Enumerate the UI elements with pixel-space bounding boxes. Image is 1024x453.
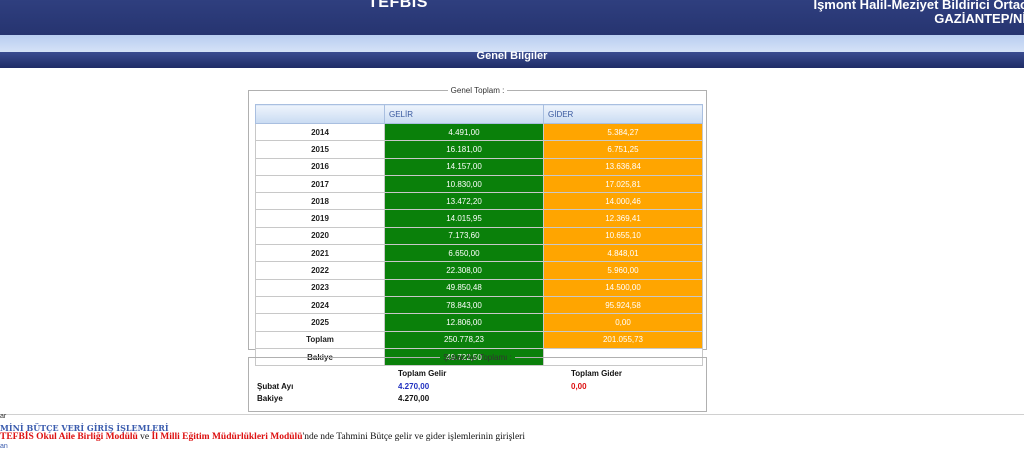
table-row: 2019 14.015,95 12.369,41: [255, 209, 703, 228]
year-cell: 2022: [255, 261, 385, 280]
gider-cell: 12.369,41: [543, 209, 703, 228]
text-tail: 'nde nde Tahmini Bütçe gelir ve gider iş…: [302, 432, 525, 442]
gelir-cell: 12.806,00: [384, 313, 544, 332]
year-header: [255, 104, 385, 124]
year-cell: 2021: [255, 244, 385, 263]
gelir-cell: 4.491,00: [384, 122, 544, 142]
genel-toplam-legend: Genel Toplam :: [450, 86, 505, 95]
table-row: 2015 16.181,00 6.751,25: [255, 140, 703, 159]
gelir-cell: 14.015,95: [384, 209, 544, 228]
gider-cell: 0,00: [543, 313, 703, 332]
gider-cell: 10.655,10: [543, 226, 703, 246]
year-cell: 2014: [255, 122, 385, 142]
gider-cell: 95.924,58: [543, 295, 703, 315]
section-header: Genel Bilgiler: [0, 50, 1024, 68]
year-cell: 2020: [255, 226, 385, 246]
top-header: TEFBİS İşmont Halil-Meziyet Bildirici Or…: [0, 0, 1024, 35]
genel-toplam-box: Genel Toplam : GELİR GİDER 2014 4.491,00 5…: [248, 86, 707, 367]
divider: [0, 414, 1024, 415]
gider-header: GİDER: [543, 104, 703, 124]
module-name-1: TEFBİS Okul Aile Birliği Modülü: [0, 432, 138, 442]
year-cell: 2019: [255, 209, 385, 228]
genel-toplam-table: GELİR GİDER 2014 4.491,00 5.384,27 2015 16.…: [255, 104, 703, 367]
table-row: 2018 13.472,20 14.000,46: [255, 192, 703, 211]
gider-cell: 6.751,25: [543, 140, 703, 159]
table-row: 2016 14.157,00 13.636,84: [255, 157, 703, 176]
gelir-cell: 13.472,20: [384, 192, 544, 211]
table-row: 2021 6.650,00 4.848,01: [255, 244, 703, 263]
gider-cell: 13.636,84: [543, 157, 703, 176]
gelir-cell: 7.173,60: [384, 226, 544, 246]
school-location: GAZİANTEP/Nİ: [934, 11, 1024, 26]
section-title: Genel Bilgiler: [476, 50, 548, 62]
table-row: 2024 78.843,00 95.924,58: [255, 295, 703, 315]
gelir-cell: 78.843,00: [384, 295, 544, 315]
subat-legend: Şubat Ayı Toplamı :: [443, 353, 512, 362]
gelir-cell: 49.850,48: [384, 278, 544, 297]
table-row: 2025 12.806,00 0,00: [255, 313, 703, 332]
gider-cell: 14.500,00: [543, 278, 703, 297]
gelir-cell: 6.650,00: [384, 244, 544, 263]
toplam-gelir: 250.778,23: [384, 330, 544, 349]
year-cell: 2017: [255, 174, 385, 194]
year-cell: 2018: [255, 192, 385, 211]
gider-cell: 17.025,81: [543, 174, 703, 194]
toplam-gider: 201.055,73: [543, 330, 703, 349]
module-name-2: İl Milli Eğitim Müdürlükleri Modülü: [151, 432, 303, 442]
gider-cell: 14.000,46: [543, 192, 703, 211]
gider-cell: 5.384,27: [543, 122, 703, 142]
announcement-link[interactable]: an: [0, 443, 8, 450]
subat-row-label: Şubat Ayı: [257, 382, 294, 391]
subat-box: Şubat Ayı Toplamı :: [248, 353, 707, 412]
toplam-row: Toplam 250.778,23 201.055,73: [255, 330, 703, 349]
table-row: 2017 10.830,00 17.025,81: [255, 174, 703, 194]
gelir-header: GELİR: [384, 104, 544, 124]
year-cell: 2015: [255, 140, 385, 159]
year-cell: 2025: [255, 313, 385, 332]
gelir-cell: 22.308,00: [384, 261, 544, 280]
table-row: 2023 49.850,48 14.500,00: [255, 278, 703, 297]
subat-gelir-header: Toplam Gelir: [398, 369, 447, 378]
table-row: 2020 7.173,60 10.655,10: [255, 226, 703, 246]
year-cell: 2024: [255, 295, 385, 315]
subat-gelir-value: 4.270,00: [398, 382, 430, 391]
text-conjunction: ve: [137, 432, 152, 442]
gelir-cell: 10.830,00: [384, 174, 544, 194]
announcement-fragment: ar: [0, 413, 7, 420]
subat-bakiye-value: 4.270,00: [398, 394, 430, 403]
table-row: 2022 22.308,00 5.960,00: [255, 261, 703, 280]
gider-cell: 4.848,01: [543, 244, 703, 263]
year-cell: 2016: [255, 157, 385, 176]
year-cell: 2023: [255, 278, 385, 297]
app-title: TEFBİS: [368, 0, 428, 11]
announcement-text: TEFBİS Okul Aile Birliği Modülü ve İl Mi…: [0, 432, 525, 442]
table-row: 2014 4.491,00 5.384,27: [255, 122, 703, 142]
gelir-cell: 16.181,00: [384, 140, 544, 159]
gelir-cell: 14.157,00: [384, 157, 544, 176]
toplam-label: Toplam: [255, 330, 385, 349]
subat-gider-value: 0,00: [571, 382, 587, 391]
subat-gider-header: Toplam Gider: [571, 369, 622, 378]
gider-cell: 5.960,00: [543, 261, 703, 280]
subat-bakiye-label: Bakiye: [257, 394, 283, 403]
